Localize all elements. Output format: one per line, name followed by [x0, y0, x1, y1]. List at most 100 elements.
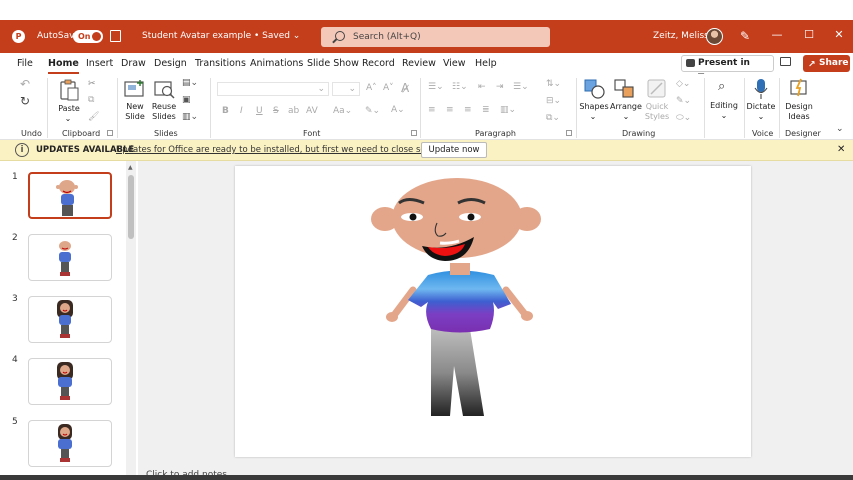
text-shadow-button[interactable]: ab [288, 106, 299, 116]
numbering-icon[interactable]: ☷⌄ [452, 82, 468, 92]
close-icon[interactable]: ✕ [837, 144, 845, 155]
bullets-icon[interactable]: ☰⌄ [428, 82, 444, 92]
font-color-icon[interactable]: A⌄ [391, 105, 405, 115]
present-in-teams-button[interactable]: Present in Teams [681, 55, 774, 83]
columns-icon[interactable]: ▥⌄ [500, 105, 516, 115]
align-left-icon[interactable]: ≡ [428, 105, 436, 115]
quick-styles-icon[interactable] [647, 79, 669, 99]
slide-thumbnail-3[interactable] [28, 296, 112, 343]
maximize-button[interactable]: ☐ [801, 28, 817, 41]
reuse-slides-icon[interactable] [154, 79, 176, 99]
slide-thumbnail-5[interactable] [28, 420, 112, 467]
highlight-color-icon[interactable]: ✎⌄ [365, 106, 380, 116]
shape-effects-icon[interactable]: ⬭⌄ [676, 113, 691, 123]
shape-outline-icon[interactable]: ✎⌄ [676, 96, 691, 106]
tab-insert[interactable]: Insert [86, 58, 113, 69]
minimize-button[interactable]: — [769, 28, 785, 41]
bold-button[interactable]: B [222, 106, 229, 116]
align-right-icon[interactable]: ≡ [464, 105, 472, 115]
copy-icon[interactable]: ⧉ [88, 95, 94, 105]
reset-icon[interactable]: ▣ [182, 95, 191, 105]
share-icon: ↗ [808, 60, 816, 70]
search-box[interactable]: Search (Alt+Q) [321, 27, 550, 47]
chevron-down-icon[interactable]: ⌄ [587, 112, 599, 122]
close-button[interactable]: ✕ [831, 28, 847, 41]
group-label-designer: Designer [785, 129, 821, 138]
slide-canvas[interactable] [235, 166, 751, 457]
tab-review[interactable]: Review [402, 58, 436, 69]
paste-icon[interactable] [59, 79, 79, 101]
pen-icon[interactable]: ✎ [740, 29, 750, 43]
tab-draw[interactable]: Draw [121, 58, 146, 69]
format-painter-icon[interactable]: 🖌 [88, 112, 99, 122]
align-center-icon[interactable]: ≡ [446, 105, 454, 115]
paragraph-launcher-icon[interactable] [566, 130, 572, 136]
slide-thumbnail-1[interactable] [28, 172, 112, 219]
decrease-indent-icon[interactable]: ⇤ [478, 82, 486, 92]
shapes-icon[interactable] [584, 79, 606, 99]
save-icon[interactable] [110, 30, 121, 42]
redo-icon[interactable]: ↻ [20, 94, 30, 108]
increase-indent-icon[interactable]: ⇥ [496, 82, 504, 92]
chevron-down-icon[interactable]: ⌄ [718, 111, 730, 121]
chevron-down-icon[interactable]: ⌄ [620, 112, 632, 122]
tab-record[interactable]: Record [362, 58, 395, 69]
share-button[interactable]: ↗ Share [803, 55, 850, 72]
decrease-font-icon[interactable]: A˅ [383, 83, 394, 93]
increase-font-icon[interactable]: A˄ [366, 83, 377, 93]
document-title[interactable]: Student Avatar example • Saved ⌄ [142, 31, 300, 41]
character-spacing-button[interactable]: AV [306, 106, 318, 116]
tab-transitions[interactable]: Transitions [195, 58, 246, 69]
clear-formatting-icon[interactable]: A̷ [401, 81, 409, 95]
microphone-icon[interactable] [754, 78, 768, 100]
clipboard-launcher-icon[interactable] [107, 130, 113, 136]
smartart-icon[interactable]: ⧉⌄ [546, 113, 560, 123]
update-now-button[interactable]: Update now [421, 142, 487, 158]
comment-icon[interactable] [780, 57, 791, 66]
tab-slide-show[interactable]: Slide Show [307, 58, 359, 69]
tab-help[interactable]: Help [475, 58, 497, 69]
group-label-font: Font [303, 129, 321, 138]
cut-icon[interactable]: ✂ [88, 79, 96, 89]
slide-thumbnail-4[interactable] [28, 358, 112, 405]
chevron-down-icon[interactable]: ⌄ [755, 112, 767, 122]
paste-dropdown-icon[interactable]: ⌄ [62, 114, 74, 124]
teams-icon [686, 59, 695, 67]
avatar-drawing[interactable] [235, 166, 751, 457]
scrollbar-thumb[interactable] [128, 175, 134, 239]
avatar[interactable] [706, 28, 723, 45]
undo-icon[interactable]: ↶ [20, 77, 30, 91]
font-launcher-icon[interactable] [411, 130, 417, 136]
autosave-toggle[interactable]: On [73, 30, 103, 43]
tab-file[interactable]: File [17, 58, 33, 69]
slide-number: 5 [12, 417, 18, 427]
underline-button[interactable]: U [256, 106, 263, 116]
editing-label[interactable]: Editing [707, 101, 741, 111]
shape-fill-icon[interactable]: ◇⌄ [676, 79, 690, 89]
scroll-up-icon[interactable]: ▲ [128, 164, 133, 171]
collapse-ribbon-icon[interactable]: ⌄ [836, 124, 844, 134]
italic-button[interactable]: I [240, 106, 243, 116]
tab-design[interactable]: Design [154, 58, 187, 69]
text-direction-icon[interactable]: ⇅⌄ [546, 79, 561, 89]
design-ideas-icon[interactable] [789, 78, 809, 98]
thumbnail-scrollbar[interactable]: ▲ [126, 161, 136, 480]
justify-icon[interactable]: ≣ [482, 105, 490, 115]
font-size-dropdown[interactable]: ⌄ [332, 82, 360, 96]
new-slide-icon[interactable] [124, 79, 146, 99]
font-name-dropdown[interactable]: ⌄ [217, 82, 329, 96]
tab-home[interactable]: Home [48, 58, 79, 74]
layout-icon[interactable]: ▤⌄ [182, 78, 198, 88]
tab-view[interactable]: View [443, 58, 466, 69]
line-spacing-icon[interactable]: ☰⌄ [513, 82, 529, 92]
slide-thumbnail-2[interactable] [28, 234, 112, 281]
change-case-icon[interactable]: Aa⌄ [333, 106, 352, 116]
align-text-icon[interactable]: ⊟⌄ [546, 96, 561, 106]
arrange-icon[interactable] [614, 79, 636, 99]
section-icon[interactable]: ▥⌄ [182, 112, 198, 122]
search-placeholder: Search (Alt+Q) [353, 32, 421, 42]
search-icon[interactable]: ⌕ [718, 79, 725, 94]
update-message-link[interactable]: Updates for Office are ready to be insta… [116, 145, 465, 155]
tab-animations[interactable]: Animations [250, 58, 303, 69]
strikethrough-button[interactable]: S [273, 106, 279, 116]
